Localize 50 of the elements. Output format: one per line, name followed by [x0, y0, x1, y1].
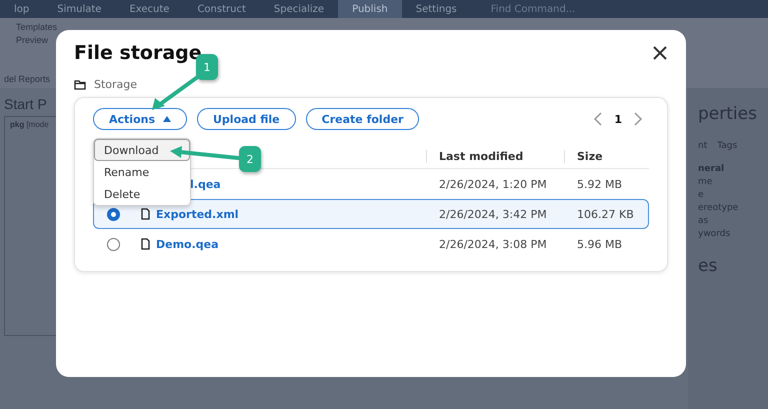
callout-arrow	[170, 146, 240, 160]
create-folder-button[interactable]: Create folder	[306, 108, 420, 130]
command-search-field[interactable]: Find Command...	[488, 2, 623, 16]
upload-button[interactable]: Upload file	[197, 108, 296, 130]
menu-tab[interactable]: Publish	[338, 0, 402, 18]
next-page-button[interactable]	[634, 112, 643, 126]
page-number: 1	[614, 112, 622, 126]
table-cell-text: 106.27 KB	[576, 208, 635, 220]
radio-button[interactable]	[107, 238, 120, 250]
file-icon	[141, 208, 150, 220]
property-label: ereotype	[698, 203, 740, 213]
menu-item[interactable]: Rename	[94, 161, 190, 183]
table-cell-text: 2/26/2024, 1:20 PM	[438, 178, 548, 190]
callout-arrow	[152, 74, 201, 110]
column-header: Size	[564, 150, 649, 162]
ribbon-group-label: del Reports	[4, 74, 52, 84]
callout-badge: 2	[239, 146, 261, 172]
file-icon	[141, 238, 150, 250]
table-cell-text: 5.92 MB	[576, 178, 624, 190]
menu-item[interactable]: Delete	[94, 183, 190, 205]
radio-button[interactable]	[107, 208, 120, 220]
previous-page-button[interactable]	[593, 112, 602, 126]
actions-dropdown-button[interactable]: Actions	[93, 108, 187, 130]
property-group: neral	[698, 164, 768, 174]
column-header: Last modified	[426, 150, 564, 162]
close-button[interactable]	[652, 45, 668, 61]
folder-icon	[74, 80, 86, 90]
menu-tab[interactable]: Execute	[115, 0, 184, 18]
menu-tab[interactable]: Construct	[183, 0, 260, 18]
property-label: as	[698, 216, 710, 226]
menu-tab[interactable]: Settings	[402, 0, 471, 18]
menu-item[interactable]: Download	[94, 139, 190, 161]
property-label: ywords	[698, 229, 732, 239]
diagram-title: Start P	[4, 96, 48, 112]
file-name-link[interactable]: Demo.qea	[156, 238, 219, 250]
table-cell-text: 2/26/2024, 3:42 PM	[438, 208, 548, 220]
panel-title: perties	[698, 104, 758, 124]
table-cell-text: 5.96 MB	[576, 238, 624, 250]
caret-icon	[163, 116, 171, 122]
file-row[interactable]: Exported.xml 2/26/2024, 3:42 PM 106.27 KB	[93, 199, 649, 229]
menu-tab[interactable]: Simulate	[43, 0, 116, 18]
ribbon-item[interactable]: Templates	[16, 22, 764, 32]
breadcrumb-link[interactable]: Storage	[94, 78, 138, 91]
file-row[interactable]: Demo.qea 2/26/2024, 3:08 PM 5.96 MB	[93, 229, 649, 259]
menu-tab[interactable]: lop	[0, 0, 44, 18]
file-name-link[interactable]: Exported.xml	[156, 208, 239, 220]
panel-title: es	[698, 256, 718, 276]
file-name-link[interactable]: l.qea	[190, 178, 221, 190]
menu-tab[interactable]: Specialize	[260, 0, 338, 18]
table-cell-text: 2/26/2024, 3:08 PM	[438, 238, 548, 250]
